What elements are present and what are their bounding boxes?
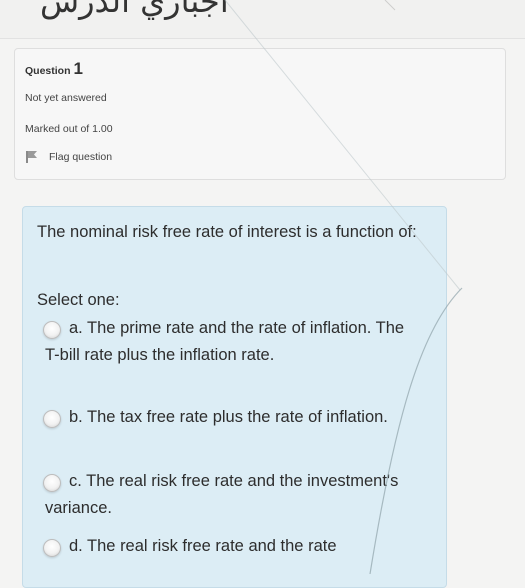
radio-button[interactable] bbox=[43, 539, 61, 557]
question-text: The nominal risk free rate of interest i… bbox=[37, 223, 417, 241]
answer-status: Not yet answered bbox=[25, 92, 107, 104]
top-header-strip: اجباري الدرس bbox=[0, 0, 525, 39]
answer-option-a[interactable]: a. The prime rate and the rate of inflat… bbox=[37, 315, 417, 369]
option-text: a. The prime rate and the rate of inflat… bbox=[45, 319, 405, 364]
flag-question-button[interactable]: Flag question bbox=[25, 150, 112, 164]
select-one-label: Select one: bbox=[37, 291, 120, 309]
question-card: The nominal risk free rate of interest i… bbox=[22, 206, 447, 588]
option-text: b. The tax free rate plus the rate of in… bbox=[69, 408, 388, 426]
radio-button[interactable] bbox=[43, 474, 61, 492]
radio-button[interactable] bbox=[43, 410, 61, 428]
question-word: Question bbox=[25, 65, 71, 77]
answer-option-b[interactable]: b. The tax free rate plus the rate of in… bbox=[37, 404, 417, 431]
marks-info: Marked out of 1.00 bbox=[25, 123, 113, 135]
flag-label: Flag question bbox=[49, 151, 113, 163]
question-number: 1 bbox=[73, 59, 83, 78]
answer-option-c[interactable]: c. The real risk free rate and the inves… bbox=[37, 468, 417, 522]
answer-option-d[interactable]: d. The real risk free rate and the rate bbox=[37, 533, 417, 560]
question-info-card: Question 1 Not yet answered Marked out of… bbox=[14, 48, 506, 180]
page-heading-cut: اجباري الدرس bbox=[40, 0, 229, 20]
flag-icon bbox=[25, 150, 39, 164]
radio-button[interactable] bbox=[43, 321, 61, 339]
question-label: Question 1 bbox=[25, 59, 83, 79]
option-text: d. The real risk free rate and the rate bbox=[69, 537, 337, 555]
option-text: c. The real risk free rate and the inves… bbox=[45, 472, 399, 517]
